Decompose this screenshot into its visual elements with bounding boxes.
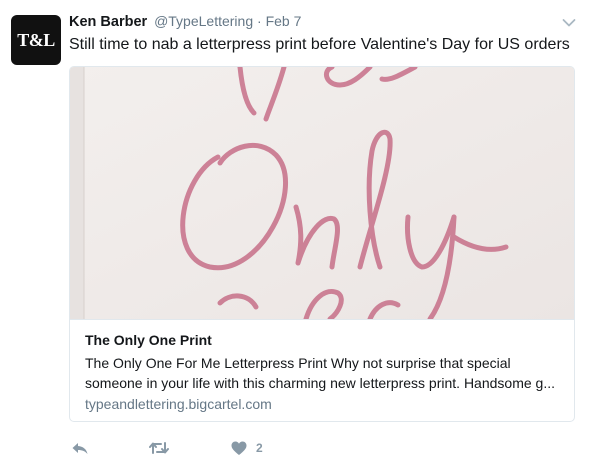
card-image[interactable]	[70, 67, 574, 319]
heart-icon	[231, 441, 247, 456]
tweet-text: Still time to nab a letterpress print be…	[69, 36, 570, 53]
tweet-actions: 2	[69, 437, 369, 459]
avatar[interactable]: T&L	[11, 15, 61, 65]
tweet-date[interactable]: Feb 7	[266, 13, 302, 29]
header-separator: ·	[257, 13, 262, 29]
retweet-icon	[149, 440, 169, 456]
tweet[interactable]: T&L Ken Barber @TypeLettering · Feb 7 St…	[0, 0, 590, 459]
reply-button[interactable]	[71, 437, 89, 459]
like-button[interactable]: 2	[231, 437, 263, 459]
avatar-text: T&L	[17, 29, 55, 50]
like-count: 2	[256, 441, 263, 455]
reply-icon	[71, 440, 89, 456]
link-card[interactable]: The Only One Print The Only One For Me L…	[69, 66, 575, 422]
card-description: The Only One For Me Letterpress Print Wh…	[85, 355, 555, 391]
card-divider	[70, 319, 574, 320]
author-handle[interactable]: @TypeLettering	[154, 13, 253, 29]
author-name[interactable]: Ken Barber	[69, 14, 147, 30]
chevron-down-icon[interactable]	[562, 15, 576, 27]
tweet-header: Ken Barber @TypeLettering · Feb 7	[69, 13, 301, 33]
retweet-button[interactable]	[149, 437, 169, 459]
card-domain[interactable]: typeandlettering.bigcartel.com	[85, 396, 272, 412]
card-title[interactable]: The Only One Print	[85, 332, 212, 348]
